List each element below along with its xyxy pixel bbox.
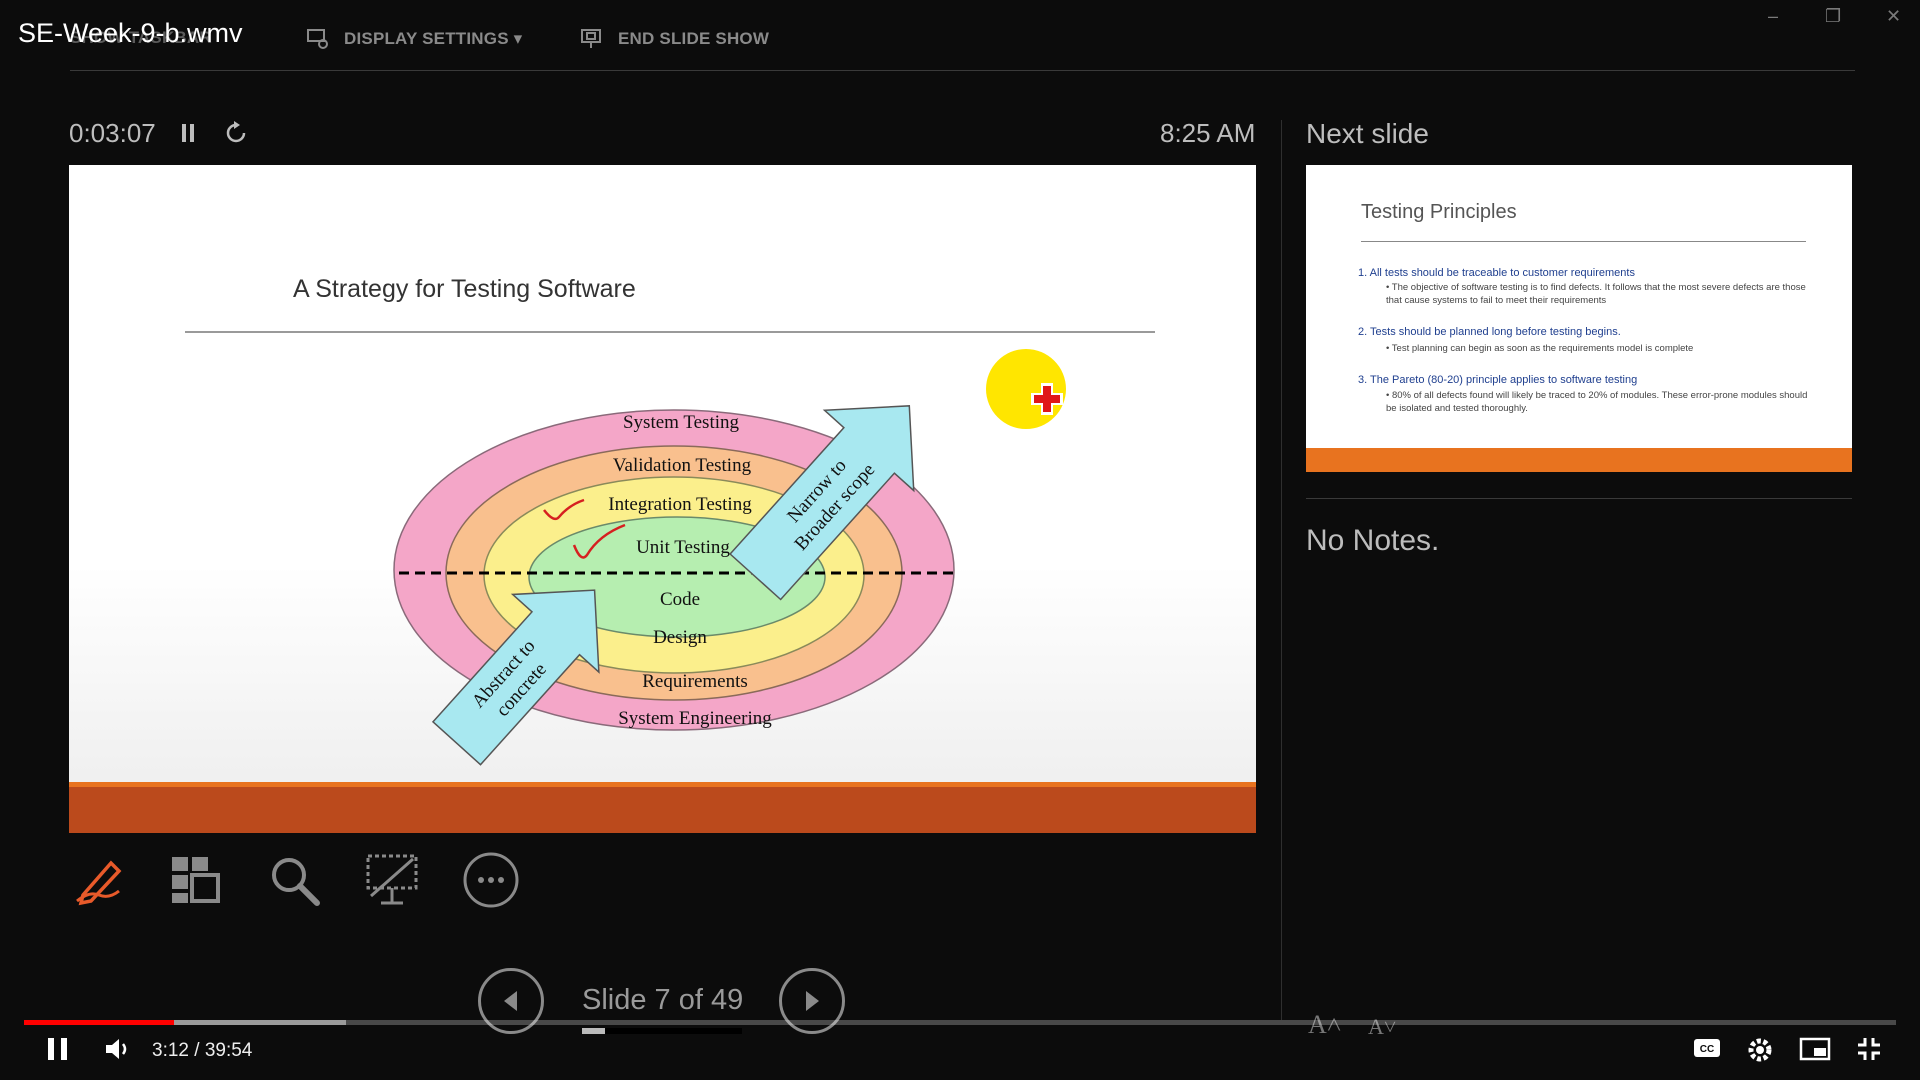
pointer-highlight: [986, 349, 1066, 429]
principle-bullet: • The objective of software testing is t…: [1386, 282, 1806, 306]
pause-icon: [182, 124, 194, 142]
next-slide-icon: [806, 991, 819, 1011]
increase-font-icon[interactable]: A˄: [1308, 1010, 1341, 1040]
zoom-button[interactable]: [262, 848, 326, 912]
principle-bullet-text: 80% of all defects found will likely be …: [1386, 390, 1808, 414]
pane-divider: [1281, 120, 1282, 1020]
end-show-icon: [581, 29, 601, 48]
miniplayer-icon: [1799, 1037, 1831, 1061]
principle-bullet-text: Test planning can begin as soon as the r…: [1391, 343, 1694, 354]
exit-fullscreen-icon: [1858, 1038, 1880, 1060]
ring-label: Code: [660, 589, 700, 610]
prev-slide-icon: [504, 991, 517, 1011]
principle-bullet-text: The objective of software testing is to …: [1386, 282, 1806, 306]
end-slide-show-button[interactable]: END SLIDE SHOW: [580, 28, 769, 50]
slide-footer-bar: [69, 782, 1256, 833]
end-show-label: END SLIDE SHOW: [618, 29, 770, 48]
next-slide-label: Next slide: [1306, 118, 1429, 149]
decrease-font-icon[interactable]: A˅: [1368, 1014, 1396, 1040]
captions-icon: CC: [1694, 1039, 1720, 1057]
video-title: SE-Week-9-b.wmv: [18, 18, 243, 48]
principle-bullet: • Test planning can begin as soon as the…: [1386, 343, 1694, 354]
next-slide-footer-bar: [1306, 448, 1852, 472]
testing-strategy-diagram: System Testing Validation Testing Integr…: [393, 349, 1066, 766]
next-slide-rule: [1361, 241, 1806, 242]
principle-heading: 3. The Pareto (80-20) principle applies …: [1358, 374, 1638, 386]
play-pause-button[interactable]: [46, 1036, 70, 1062]
speaker-notes: No Notes.: [1306, 524, 1440, 557]
see-all-slides-icon: [172, 857, 220, 903]
settings-icon: [1748, 1038, 1772, 1062]
next-slide-title: Testing Principles: [1361, 201, 1517, 223]
ring-label: Requirements: [642, 671, 748, 692]
current-slide[interactable]: A Strategy for Testing Software System T…: [69, 165, 1256, 833]
reset-timer-button[interactable]: [224, 120, 248, 151]
display-settings-icon: [307, 29, 328, 49]
more-options-icon: [463, 852, 519, 908]
pause-timer-button[interactable]: [180, 122, 196, 149]
black-screen-button[interactable]: [360, 848, 424, 912]
exit-fullscreen-button[interactable]: [1856, 1036, 1882, 1062]
ring-label: Validation Testing: [613, 455, 752, 476]
see-all-slides-button[interactable]: [163, 848, 227, 912]
clock: 8:25 AM: [1160, 118, 1256, 148]
close-icon[interactable]: ✕: [1886, 6, 1901, 27]
pause-icon: [48, 1038, 67, 1060]
minimize-icon[interactable]: –: [1768, 6, 1778, 27]
ring-label: Unit Testing: [636, 537, 730, 558]
svg-text:CC: CC: [1700, 1044, 1714, 1055]
display-settings-label: DISPLAY SETTINGS ▾: [344, 29, 523, 48]
video-played-bar: [24, 1020, 174, 1025]
toolbar-divider: [70, 70, 1855, 71]
principle-heading: 2. Tests should be planned long before t…: [1358, 326, 1621, 338]
reset-icon: [226, 121, 246, 143]
principle-heading: 1. All tests should be traceable to cust…: [1358, 267, 1635, 279]
captions-button[interactable]: CC: [1692, 1036, 1722, 1060]
ring-label: Integration Testing: [608, 494, 752, 515]
principle-bullet: • 80% of all defects found will likely b…: [1386, 390, 1808, 414]
pen-tool-button[interactable]: [66, 848, 130, 912]
next-slide-thumbnail[interactable]: Testing Principles 1. All tests should b…: [1306, 165, 1852, 472]
miniplayer-button[interactable]: [1799, 1036, 1831, 1062]
notes-divider: [1306, 498, 1852, 499]
slide-progress-bar: [582, 1028, 742, 1034]
ring-label: Design: [653, 627, 707, 648]
pen-tool-icon: [76, 860, 122, 906]
ring-label: System Engineering: [618, 708, 772, 729]
volume-button[interactable]: [104, 1036, 132, 1062]
display-settings-button[interactable]: DISPLAY SETTINGS ▾: [306, 28, 522, 50]
slide-counter: Slide 7 of 49: [582, 984, 744, 1016]
video-time: 3:12 / 39:54: [152, 1040, 253, 1061]
more-options-button[interactable]: [459, 848, 523, 912]
elapsed-timer: 0:03:07: [69, 118, 156, 148]
settings-button[interactable]: [1746, 1036, 1774, 1064]
video-progress-bar[interactable]: [24, 1020, 1896, 1025]
black-screen-icon: [366, 854, 418, 905]
ring-label: System Testing: [623, 412, 740, 433]
volume-icon: [106, 1039, 127, 1059]
zoom-icon: [272, 858, 320, 906]
slide-progress-fill: [582, 1028, 605, 1034]
restore-icon[interactable]: ❐: [1825, 6, 1841, 27]
